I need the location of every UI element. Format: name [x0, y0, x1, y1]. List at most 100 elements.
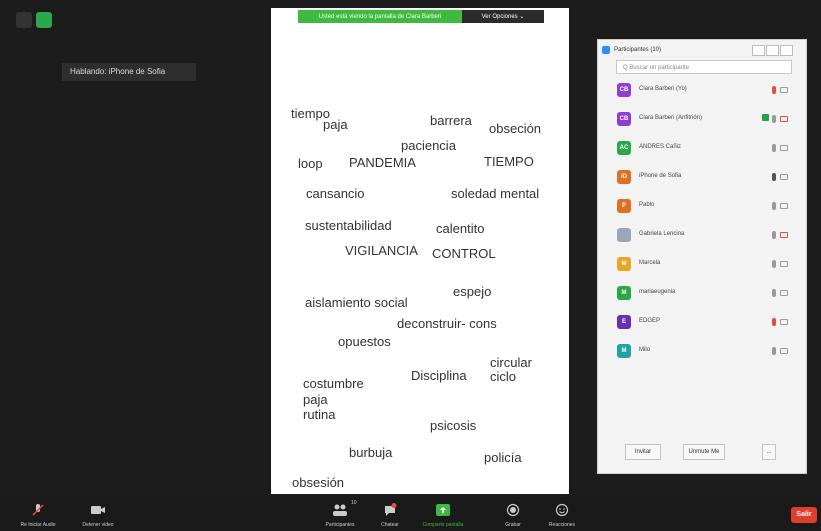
avatar — [617, 228, 631, 242]
word-cloud-term: barrera — [430, 113, 472, 128]
camera-icon — [780, 290, 788, 296]
active-speaker-label: Hablando: iPhone de Sofia — [62, 63, 196, 81]
share-screen-button[interactable]: Compartir pantalla — [418, 497, 468, 531]
word-cloud-term: sustentabilidad — [305, 218, 392, 233]
camera-icon — [780, 116, 788, 122]
more-options-button[interactable]: ... — [762, 444, 776, 460]
unmute-me-button[interactable]: Unmute Me — [683, 444, 725, 460]
camera-icon — [780, 203, 788, 209]
participants-count-badge: 10 — [351, 500, 357, 506]
chat-button[interactable]: Chatear — [370, 497, 410, 531]
microphone-icon[interactable] — [772, 202, 776, 210]
word-cloud-term: Disciplina — [411, 368, 467, 383]
participant-name: Clara Barberi (Yo) — [639, 86, 687, 92]
participant-row[interactable]: M Marcela — [598, 251, 808, 277]
avatar: CB — [617, 112, 631, 126]
stop-video-label: Detener video — [82, 522, 114, 528]
participant-row[interactable]: Mmariaeugenia — [598, 280, 808, 306]
chat-label: Chatear — [381, 522, 399, 528]
participant-name: Gabriela Lencina — [639, 231, 685, 237]
participant-name: Clara Barberi (Anfitrión) — [639, 115, 703, 121]
word-cloud-term: ciclo — [490, 369, 517, 384]
avatar: P — [617, 199, 631, 213]
avatar: M — [617, 344, 631, 358]
participant-name: mariaeugenia — [639, 289, 676, 295]
avatar: CB — [617, 83, 631, 97]
invite-button[interactable]: Invitar — [625, 444, 661, 460]
participant-search-input[interactable]: Q Buscar un participante — [616, 60, 792, 74]
word-cloud-term: PANDEMIA — [349, 155, 416, 170]
record-button[interactable]: Grabar — [497, 497, 529, 531]
word-cloud-term: cansancio — [306, 186, 365, 201]
camera-icon — [780, 87, 788, 93]
reactions-label: Reacciones — [548, 522, 576, 528]
microphone-icon[interactable] — [772, 289, 776, 297]
share-status-bar: Usted está viendo la pantalla de Clara B… — [298, 10, 544, 23]
participants-panel-title: Participantes (10) — [614, 47, 662, 53]
word-cloud-term: VIGILANCIA — [345, 243, 418, 258]
minimize-icon[interactable] — [752, 45, 765, 56]
participant-row[interactable]: CB Clara Barberi (Yo) — [598, 77, 808, 103]
camera-icon — [780, 261, 788, 267]
maximize-icon[interactable] — [766, 45, 779, 56]
participant-name: Pablo — [639, 202, 655, 208]
meeting-toolbar: Re Iniciar Audio Detener video 10 Partic… — [0, 497, 821, 531]
participant-row[interactable]: CB Clara Barberi (Anfitrión) — [598, 106, 808, 132]
share-status-text: Usted está viendo la pantalla de Clara B… — [298, 10, 462, 23]
participants-icon — [602, 46, 610, 54]
leave-meeting-button[interactable]: Salir — [791, 507, 817, 523]
word-cloud-term: obseción — [489, 121, 542, 136]
avatar: E — [617, 315, 631, 329]
video-on-icon — [762, 114, 769, 121]
participant-name: Marcela — [639, 260, 661, 266]
word-cloud-term: paja — [303, 392, 328, 407]
word-cloud-term: TIEMPO — [484, 154, 534, 169]
word-cloud-term: espejo — [453, 284, 492, 299]
view-options-button[interactable]: Ver Opciones ⌄ — [462, 10, 544, 23]
participants-label: Participantes — [325, 522, 355, 528]
participants-panel-titlebar: Participantes (10) — [598, 40, 806, 60]
participant-row[interactable]: M Milo — [598, 338, 808, 364]
participants-button[interactable]: 10 Participantes — [318, 497, 362, 531]
microphone-icon[interactable] — [772, 318, 776, 326]
reactions-button[interactable]: Reacciones — [540, 497, 584, 531]
participant-row[interactable]: E EDGEP — [598, 309, 808, 335]
word-cloud-term: aislamiento social — [305, 295, 408, 310]
microphone-icon[interactable] — [772, 347, 776, 355]
unmute-audio-button[interactable]: Re Iniciar Audio — [8, 497, 68, 531]
word-cloud-term: deconstruir- cons — [397, 316, 497, 331]
participant-row[interactable]: Gabriela Lencina — [598, 222, 808, 248]
camera-icon — [780, 232, 788, 238]
word-cloud-term: burbuja — [349, 445, 393, 460]
stop-video-button[interactable]: Detener video — [74, 497, 122, 531]
avatar: AC — [617, 141, 631, 155]
avatar: M — [617, 286, 631, 300]
camera-icon — [780, 174, 788, 180]
word-cloud-term: paciencia — [401, 138, 456, 153]
avatar: M — [617, 257, 631, 271]
close-icon[interactable] — [780, 45, 793, 56]
microphone-icon[interactable] — [772, 260, 776, 268]
share-screen-icon — [436, 504, 450, 516]
unmute-audio-label: Re Iniciar Audio — [20, 522, 56, 528]
microphone-icon[interactable] — [772, 86, 776, 94]
participant-row[interactable]: P Pablo — [598, 193, 808, 219]
word-cloud-term: calentito — [436, 221, 485, 236]
microphone-icon[interactable] — [772, 173, 776, 181]
word-cloud-term: soledad mental — [451, 186, 540, 201]
microphone-icon[interactable] — [772, 115, 776, 123]
muted-mic-icon — [32, 504, 44, 516]
word-cloud-term: paja — [323, 117, 348, 132]
participants-people-icon — [333, 504, 347, 516]
microphone-icon[interactable] — [772, 144, 776, 152]
word-cloud-term: policía — [484, 450, 522, 465]
share-screen-label: Compartir pantalla — [422, 522, 464, 528]
participant-row[interactable]: AC ANDRES Cañiz — [598, 135, 808, 161]
participant-row[interactable]: iD iPhone de Sofia — [598, 164, 808, 190]
security-shield-icon[interactable] — [36, 12, 52, 28]
word-cloud-term: costumbre — [303, 376, 364, 391]
participant-name: Milo — [639, 347, 651, 353]
microphone-icon[interactable] — [772, 231, 776, 239]
word-cloud-term: circular — [490, 355, 532, 370]
word-cloud-term: psicosis — [430, 418, 477, 433]
